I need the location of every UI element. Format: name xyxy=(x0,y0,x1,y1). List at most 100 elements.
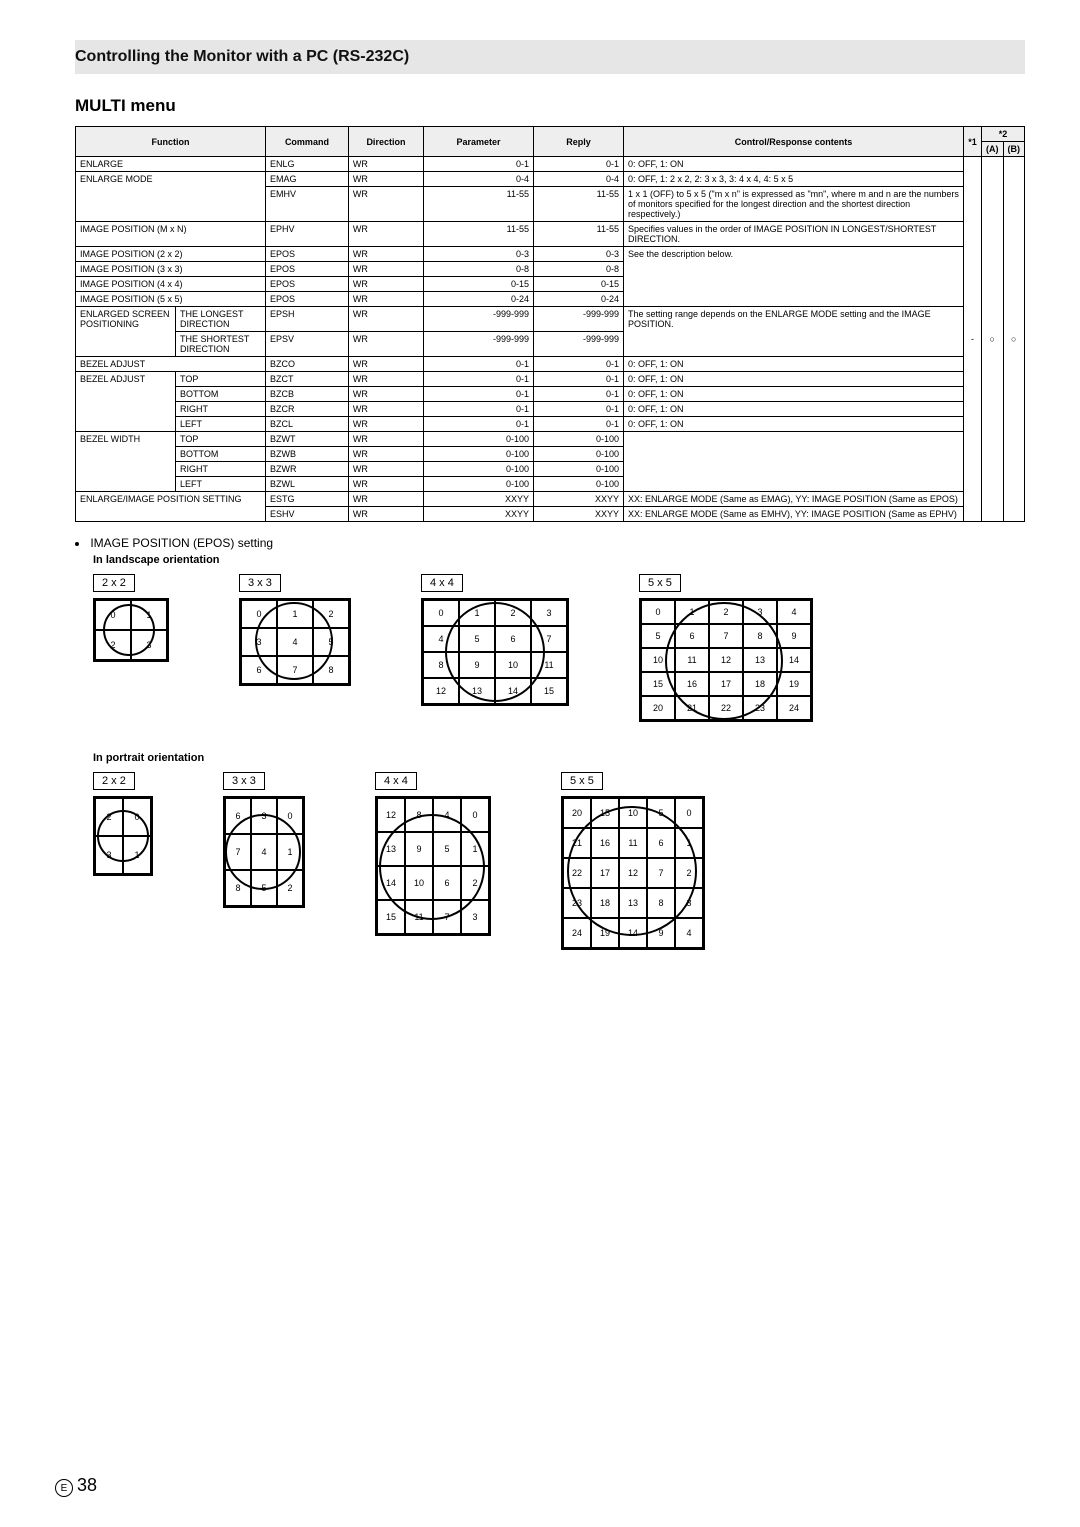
cell-function: ENLARGE MODE xyxy=(76,172,266,222)
grid-cell: 6 xyxy=(433,866,461,900)
grid-cell: 4 xyxy=(675,918,703,948)
table-row: ENLARGE/IMAGE POSITION SETTINGESTGWRXXYY… xyxy=(76,492,1025,507)
cell-parameter: 0-1 xyxy=(424,402,534,417)
grid-cell: 23 xyxy=(743,696,777,720)
grid-cell: 22 xyxy=(563,858,591,888)
cell-desc: 0: OFF, 1: ON xyxy=(624,387,964,402)
grid-cell: 0 xyxy=(123,798,151,836)
grid-cell: 15 xyxy=(641,672,675,696)
cell-parameter: 0-8 xyxy=(424,262,534,277)
grid-cell: 8 xyxy=(225,870,251,906)
cell-reply: 11-55 xyxy=(534,222,624,247)
cell-function: ENLARGE xyxy=(76,157,266,172)
grid-cell: 13 xyxy=(743,648,777,672)
table-row: ENLARGED SCREEN POSITIONINGTHE LONGEST D… xyxy=(76,307,1025,332)
th-command: Command xyxy=(266,127,349,157)
grid-cell: 9 xyxy=(405,832,433,866)
th-parameter: Parameter xyxy=(424,127,534,157)
cell-parameter: 0-4 xyxy=(424,172,534,187)
bullet-line: IMAGE POSITION (EPOS) setting xyxy=(75,536,1025,550)
cell-direction: WR xyxy=(348,292,423,307)
cell-direction: WR xyxy=(348,462,423,477)
cell-parameter: 0-3 xyxy=(424,247,534,262)
cell-reply: 11-55 xyxy=(534,187,624,222)
grid-cell: 7 xyxy=(531,626,567,652)
grid-cell: 14 xyxy=(619,918,647,948)
cell-reply: -999-999 xyxy=(534,307,624,332)
grid-cell: 0 xyxy=(461,798,489,832)
grid-cell: 15 xyxy=(377,900,405,934)
grid-cell: 6 xyxy=(225,798,251,834)
grid-cell: 12 xyxy=(619,858,647,888)
cell-parameter: 11-55 xyxy=(424,187,534,222)
cell-reply: 0-24 xyxy=(534,292,624,307)
grid-cell: 8 xyxy=(423,652,459,678)
cell-function: IMAGE POSITION (4 x 4) xyxy=(76,277,266,292)
cell-direction: WR xyxy=(348,357,423,372)
grid-cell: 5 xyxy=(251,870,277,906)
grid-cell: 1 xyxy=(675,600,709,624)
cell-desc: 1 x 1 (OFF) to 5 x 5 ("m x n" is express… xyxy=(624,187,964,222)
grid-cell: 11 xyxy=(619,828,647,858)
table-row: BEZEL ADJUSTBZCOWR0-10-10: OFF, 1: ON xyxy=(76,357,1025,372)
cell-command: EPOS xyxy=(266,247,349,262)
cell-desc: The setting range depends on the ENLARGE… xyxy=(624,307,964,357)
cell-command: BZCT xyxy=(266,372,349,387)
cell-direction: WR xyxy=(348,307,423,332)
grid-cell: 2 xyxy=(461,866,489,900)
cell-sub: BOTTOM xyxy=(176,387,266,402)
cell-parameter: XXYY xyxy=(424,507,534,522)
table-row: BEZEL ADJUSTTOPBZCTWR0-10-10: OFF, 1: ON xyxy=(76,372,1025,387)
grid-cell: 21 xyxy=(563,828,591,858)
grid-cell: 7 xyxy=(225,834,251,870)
th-s1: *1 xyxy=(964,127,982,157)
grid-cell: 18 xyxy=(591,888,619,918)
grid-cell: 2 xyxy=(95,630,131,660)
label-5x5-p: 5 x 5 xyxy=(561,772,603,790)
cell-direction: WR xyxy=(348,432,423,447)
grid-cell: 23 xyxy=(563,888,591,918)
grid-cell: 3 xyxy=(743,600,777,624)
portrait-heading: In portrait orientation xyxy=(93,752,1025,764)
cell-desc: Specifies values in the order of IMAGE P… xyxy=(624,222,964,247)
portrait-diagrams: 2 x 2 2031 3 x 3 630741852 4 x 4 1284013… xyxy=(93,772,1025,950)
cell-desc: See the description below. xyxy=(624,247,964,307)
cell-reply: 0-100 xyxy=(534,477,624,492)
cell-direction: WR xyxy=(348,332,423,357)
cell-command: EMHV xyxy=(266,187,349,222)
cell-s2a: ○ xyxy=(982,157,1004,522)
label-2x2-p: 2 x 2 xyxy=(93,772,135,790)
grid-cell: 20 xyxy=(563,798,591,828)
grid-cell: 1 xyxy=(123,836,151,874)
th-s2a: (A) xyxy=(982,142,1004,157)
grid-cell: 0 xyxy=(675,798,703,828)
grid-cell: 9 xyxy=(647,918,675,948)
grid-cell: 1 xyxy=(461,832,489,866)
cell-parameter: 0-15 xyxy=(424,277,534,292)
grid-cell: 1 xyxy=(459,600,495,626)
cell-function: BEZEL ADJUST xyxy=(76,372,176,432)
cell-command: EPHV xyxy=(266,222,349,247)
cell-reply: 0-1 xyxy=(534,157,624,172)
grid-cell: 4 xyxy=(433,798,461,832)
cell-reply: 0-100 xyxy=(534,462,624,477)
grid-cell: 10 xyxy=(405,866,433,900)
cell-desc: XX: ENLARGE MODE (Same as EMHV), YY: IMA… xyxy=(624,507,964,522)
grid-cell: 0 xyxy=(241,600,277,628)
section-title: MULTI menu xyxy=(75,96,1025,116)
cell-command: BZCB xyxy=(266,387,349,402)
grid-cell: 22 xyxy=(709,696,743,720)
grid-cell: 13 xyxy=(377,832,405,866)
grid-cell: 4 xyxy=(423,626,459,652)
grid-cell: 24 xyxy=(777,696,811,720)
cell-reply: XXYY xyxy=(534,492,624,507)
grid-cell: 2 xyxy=(277,870,303,906)
grid-cell: 14 xyxy=(495,678,531,704)
cell-parameter: XXYY xyxy=(424,492,534,507)
grid-cell: 5 xyxy=(647,798,675,828)
grid-cell: 1 xyxy=(675,828,703,858)
cell-sub: TOP xyxy=(176,432,266,447)
grid-cell: 14 xyxy=(377,866,405,900)
grid-cell: 7 xyxy=(277,656,313,684)
grid-cell: 6 xyxy=(647,828,675,858)
